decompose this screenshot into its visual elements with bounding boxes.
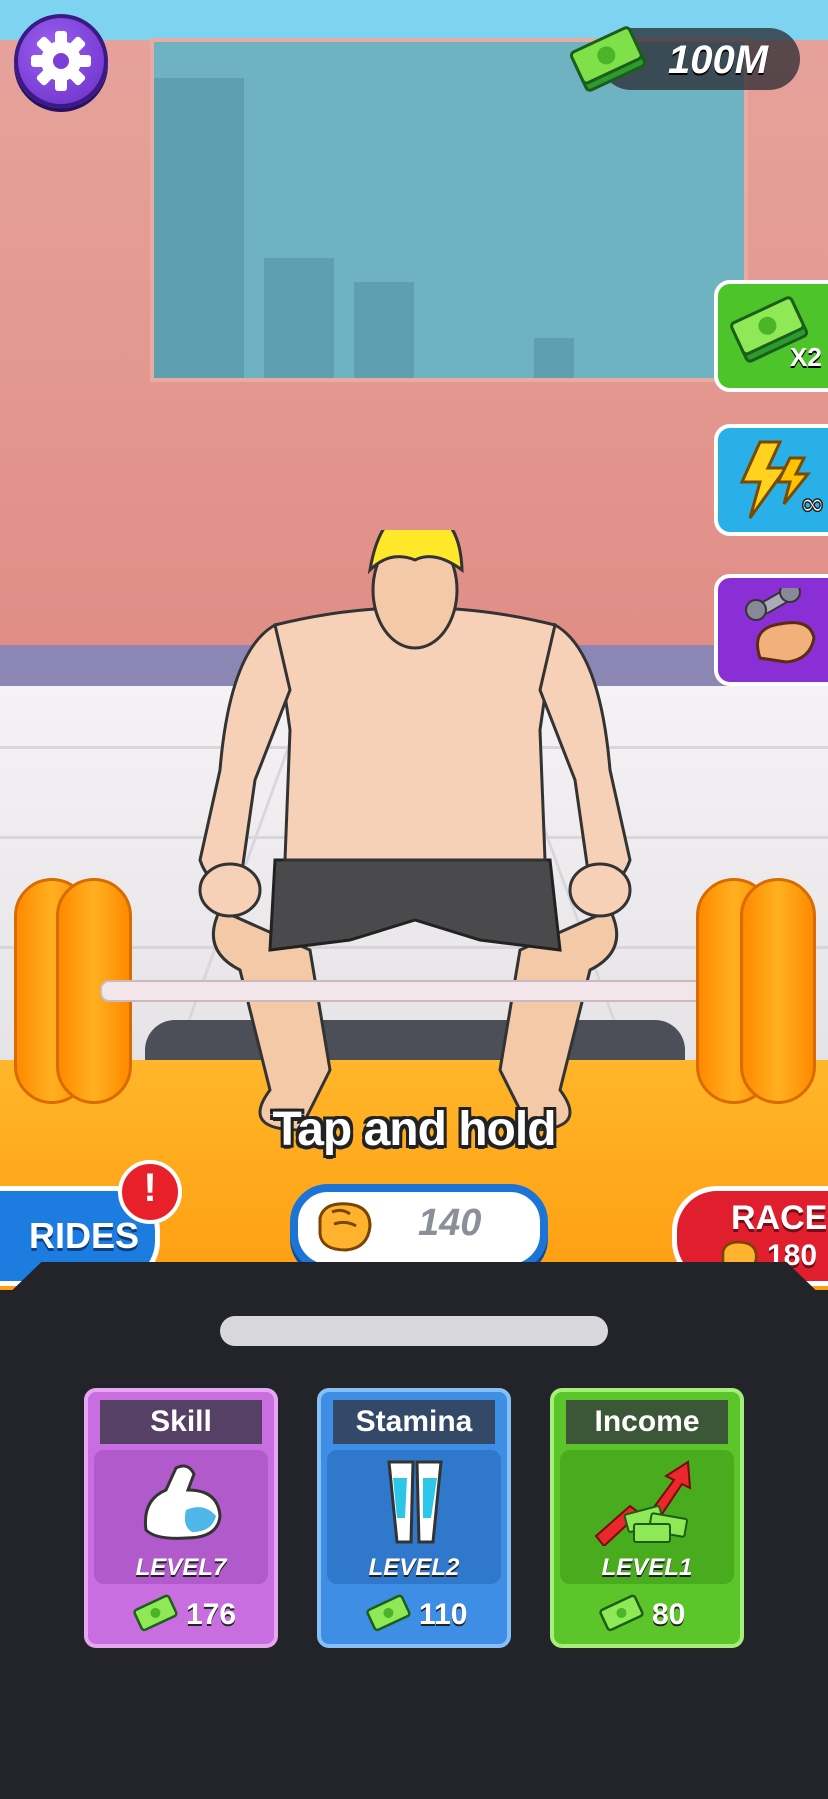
dumbbell-arm-icon	[745, 588, 816, 664]
rides-label: RIDES	[29, 1215, 140, 1256]
card-level: LEVEL1	[601, 1554, 693, 1581]
barbell-bar	[100, 980, 734, 1002]
double-cash-button[interactable]: X2	[714, 280, 828, 392]
card-level: LEVEL2	[368, 1554, 460, 1581]
cash-icon	[133, 1594, 178, 1632]
flexed-bicep-icon	[143, 1464, 222, 1540]
card-title: Skill	[100, 1400, 262, 1444]
card-level: LEVEL7	[135, 1554, 227, 1581]
settings-button[interactable]	[14, 14, 108, 108]
double-cash-label: X2	[790, 342, 822, 372]
upgrade-card-skill[interactable]: Skill LEVEL7 176	[84, 1388, 278, 1648]
upgrade-card-income[interactable]: Income LEVEL1 80	[550, 1388, 744, 1648]
legs-icon	[387, 1460, 443, 1544]
svg-text:∞: ∞	[800, 487, 825, 522]
game-scene[interactable]	[0, 0, 828, 1290]
card-title: Stamina	[333, 1400, 495, 1444]
gear-icon	[31, 31, 91, 91]
panel-handle[interactable]	[220, 1316, 608, 1346]
cash-icon	[599, 1594, 644, 1632]
upgrade-card-stamina[interactable]: Stamina LEVEL2 110	[317, 1388, 511, 1648]
strength-boost-button[interactable]	[714, 574, 828, 686]
cash-stack-icon	[569, 26, 647, 92]
rides-alert-badge: !	[118, 1160, 182, 1224]
money-amount: 100M	[668, 38, 769, 82]
tap-and-hold-prompt: Tap and hold	[272, 1103, 556, 1156]
alert-icon: !	[143, 1166, 157, 1210]
card-cost: 176	[186, 1598, 237, 1631]
card-title: Income	[566, 1400, 728, 1444]
card-cost: 80	[652, 1598, 686, 1631]
fist-icon	[318, 1202, 372, 1252]
strength-value: 140	[418, 1202, 482, 1244]
cash-icon	[366, 1594, 411, 1632]
unlimited-energy-button[interactable]: ∞	[714, 424, 828, 536]
card-cost: 110	[419, 1598, 468, 1631]
income-growth-icon	[594, 1460, 692, 1546]
athlete-character	[180, 508, 650, 1150]
race-label: RACE	[731, 1199, 828, 1237]
strength-meter: 140	[290, 1184, 548, 1272]
lightning-infinity-icon: ∞	[739, 440, 826, 522]
right-weight-plate-inner	[740, 878, 816, 1104]
